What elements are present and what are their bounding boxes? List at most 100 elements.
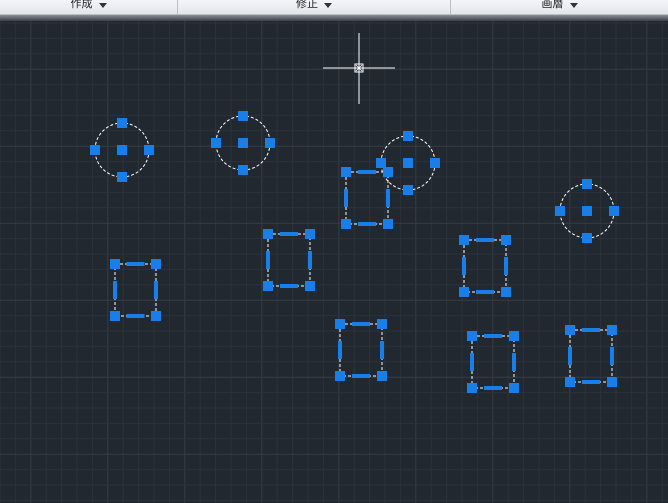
vertex-grip[interactable]	[467, 331, 477, 341]
vertex-grip[interactable]	[607, 377, 617, 387]
midpoint-grip[interactable]	[126, 262, 145, 266]
midpoint-grip[interactable]	[470, 353, 474, 371]
center-grip[interactable]	[238, 138, 248, 148]
vertex-grip[interactable]	[459, 235, 469, 245]
quadrant-grip[interactable]	[144, 145, 154, 155]
midpoint-grip[interactable]	[358, 222, 376, 226]
rectangle-outline	[345, 171, 389, 225]
center-grip[interactable]	[582, 206, 592, 216]
center-grip[interactable]	[117, 145, 127, 155]
vertex-grip[interactable]	[377, 371, 387, 381]
vertex-grip[interactable]	[305, 281, 315, 291]
midpoint-grip[interactable]	[462, 257, 466, 275]
vertex-grip[interactable]	[341, 219, 351, 229]
panel-modify-label: 修正	[296, 0, 318, 10]
quadrant-grip[interactable]	[376, 158, 386, 168]
vertex-grip[interactable]	[383, 167, 393, 177]
quadrant-grip[interactable]	[582, 179, 592, 189]
center-grip[interactable]	[403, 158, 413, 168]
vertex-grip[interactable]	[565, 377, 575, 387]
midpoint-grip[interactable]	[338, 341, 342, 359]
vertex-grip[interactable]	[467, 383, 477, 393]
panel-create[interactable]: 作成	[0, 0, 178, 14]
vertex-grip[interactable]	[565, 325, 575, 335]
midpoint-grip[interactable]	[380, 341, 384, 359]
quadrant-grip[interactable]	[117, 118, 127, 128]
vertex-grip[interactable]	[110, 259, 120, 269]
selected-rectangle[interactable]	[110, 259, 161, 321]
midpoint-grip[interactable]	[266, 251, 270, 269]
chevron-down-icon[interactable]	[98, 2, 107, 8]
selected-rectangle[interactable]	[335, 319, 387, 381]
midpoint-grip[interactable]	[476, 238, 494, 242]
midpoint-grip[interactable]	[308, 251, 312, 269]
vertex-grip[interactable]	[501, 235, 511, 245]
vertex-grip[interactable]	[151, 311, 161, 321]
chevron-down-icon[interactable]	[569, 2, 578, 8]
midpoint-grip[interactable]	[484, 334, 502, 338]
midpoint-grip[interactable]	[280, 232, 298, 236]
vertex-grip[interactable]	[110, 311, 120, 321]
vertex-grip[interactable]	[335, 371, 345, 381]
rectangle-outline	[267, 233, 311, 287]
chevron-down-icon[interactable]	[324, 2, 332, 8]
quadrant-grip[interactable]	[609, 206, 619, 216]
midpoint-grip[interactable]	[352, 322, 370, 326]
vertex-grip[interactable]	[263, 229, 273, 239]
midpoint-grip[interactable]	[504, 257, 508, 275]
crosshair-cursor-icon	[323, 33, 395, 104]
vertex-grip[interactable]	[501, 287, 511, 297]
vertex-grip[interactable]	[607, 325, 617, 335]
midpoint-grip[interactable]	[568, 347, 572, 365]
midpoint-grip[interactable]	[512, 353, 516, 371]
midpoint-grip[interactable]	[582, 328, 600, 332]
midpoint-grip[interactable]	[126, 314, 145, 318]
quadrant-grip[interactable]	[238, 111, 248, 121]
midpoint-grip[interactable]	[352, 374, 370, 378]
rectangle-outline	[463, 239, 507, 293]
vertex-grip[interactable]	[335, 319, 345, 329]
quadrant-grip[interactable]	[238, 165, 248, 175]
vertex-grip[interactable]	[509, 331, 519, 341]
quadrant-grip[interactable]	[555, 206, 565, 216]
vertex-grip[interactable]	[305, 229, 315, 239]
quadrant-grip[interactable]	[117, 172, 127, 182]
drawing-area[interactable]	[0, 21, 668, 503]
midpoint-grip[interactable]	[582, 380, 600, 384]
midpoint-grip[interactable]	[154, 281, 158, 299]
midpoint-grip[interactable]	[476, 290, 494, 294]
midpoint-grip[interactable]	[484, 386, 502, 390]
vertex-grip[interactable]	[383, 219, 393, 229]
selected-circle[interactable]	[376, 131, 440, 195]
midpoint-grip[interactable]	[386, 189, 390, 207]
quadrant-grip[interactable]	[265, 138, 275, 148]
rectangle-outline	[339, 323, 383, 377]
midpoint-grip[interactable]	[113, 281, 117, 299]
selected-rectangle[interactable]	[459, 235, 511, 297]
panel-layers[interactable]: 画層	[451, 0, 668, 14]
panel-create-label: 作成	[70, 0, 93, 10]
midpoint-grip[interactable]	[610, 347, 614, 365]
quadrant-grip[interactable]	[211, 138, 221, 148]
vertex-grip[interactable]	[263, 281, 273, 291]
vertex-grip[interactable]	[377, 319, 387, 329]
rectangle-outline	[114, 263, 157, 317]
selected-circle[interactable]	[555, 179, 619, 243]
quadrant-grip[interactable]	[90, 145, 100, 155]
selected-circle[interactable]	[211, 111, 275, 175]
panel-modify[interactable]: 修正	[178, 0, 451, 14]
midpoint-grip[interactable]	[344, 189, 348, 207]
quadrant-grip[interactable]	[582, 233, 592, 243]
quadrant-grip[interactable]	[403, 131, 413, 141]
vertex-grip[interactable]	[151, 259, 161, 269]
selected-circle[interactable]	[90, 118, 154, 182]
vertex-grip[interactable]	[509, 383, 519, 393]
vertex-grip[interactable]	[459, 287, 469, 297]
midpoint-grip[interactable]	[280, 284, 298, 288]
panel-layers-label: 画層	[541, 0, 564, 10]
midpoint-grip[interactable]	[358, 170, 376, 174]
vertex-grip[interactable]	[341, 167, 351, 177]
quadrant-grip[interactable]	[403, 185, 413, 195]
quadrant-grip[interactable]	[430, 158, 440, 168]
ribbon-panel-bar: 作成 修正 画層	[0, 0, 668, 15]
